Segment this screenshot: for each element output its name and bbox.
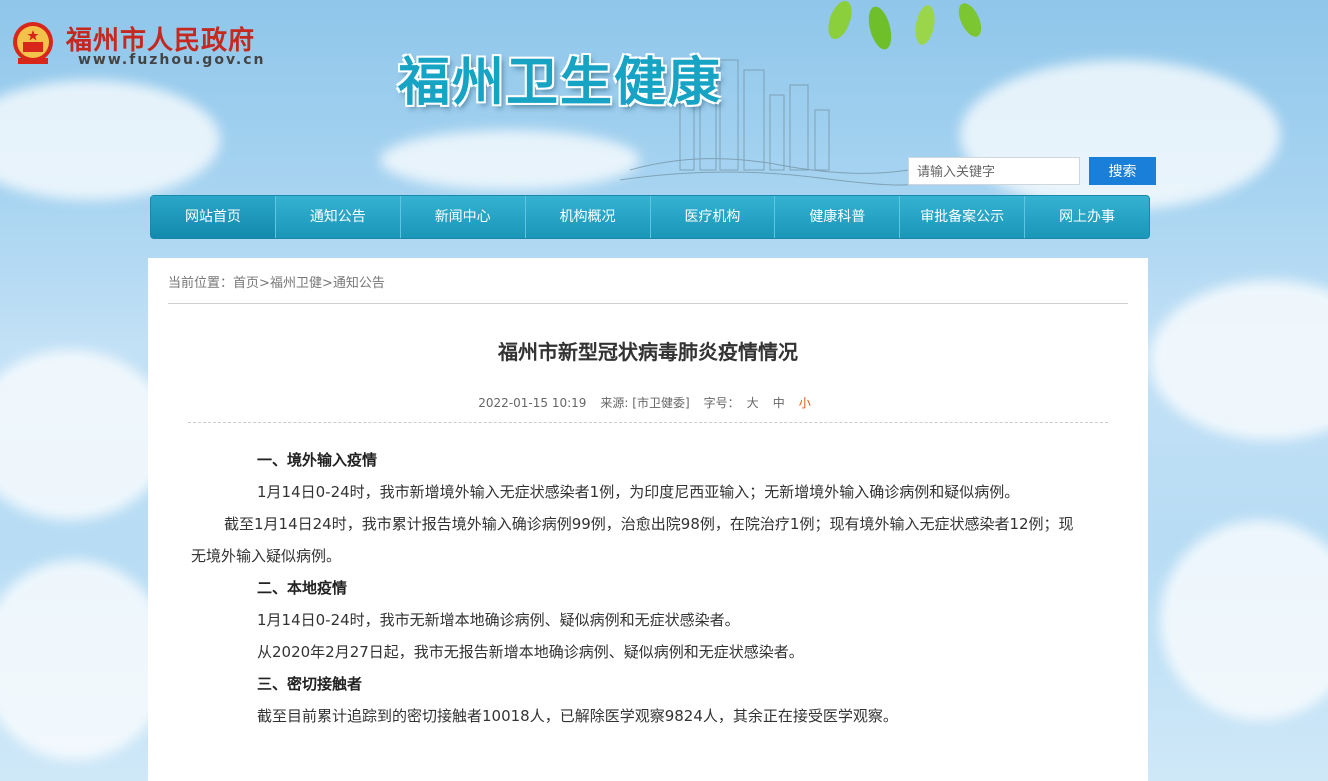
article-paragraph: 截至目前累计追踪到的密切接触者10018人，已解除医学观察9824人，其余正在接… <box>257 707 898 725</box>
cloud-decoration <box>380 130 640 190</box>
font-size-large-button[interactable]: 大 <box>747 396 759 410</box>
main-nav: 网站首页 通知公告 新闻中心 机构概况 医疗机构 健康科普 审批备案公示 网上办… <box>150 195 1150 239</box>
section-heading: 三、密切接触者 <box>257 675 363 693</box>
article-body: 一、境外输入疫情 1月14日0-24时，我市新增境外输入无症状感染者1例，为印度… <box>191 444 1084 732</box>
article-paragraph: 从2020年2月27日起，我市无报告新增本地确诊病例、疑似病例和无症状感染者。 <box>257 643 804 661</box>
content-panel: 当前位置：首页>福州卫健>通知公告 福州市新型冠状病毒肺炎疫情情况 2022-0… <box>148 258 1148 781</box>
article-date: 2022-01-15 10:19 <box>478 396 587 410</box>
cloud-decoration <box>0 560 170 760</box>
cloud-decoration <box>0 80 220 200</box>
cloud-decoration <box>960 60 1280 210</box>
nav-item-online-services[interactable]: 网上办事 <box>1025 196 1149 238</box>
cloud-decoration <box>1150 280 1328 440</box>
article-meta: 2022-01-15 10:19 来源: [市卫健委] 字号： 大中小 <box>148 394 1148 411</box>
nav-item-organization[interactable]: 机构概况 <box>526 196 651 238</box>
breadcrumb-home[interactable]: 首页 <box>233 276 259 291</box>
site-title: 福州卫生健康 <box>398 53 723 113</box>
nav-item-home[interactable]: 网站首页 <box>151 196 276 238</box>
breadcrumb-level2[interactable]: 通知公告 <box>333 276 385 291</box>
breadcrumb-prefix: 当前位置： <box>168 276 234 291</box>
breadcrumb-level1[interactable]: 福州卫健 <box>270 276 322 291</box>
font-size-medium-button[interactable]: 中 <box>773 396 785 410</box>
article-paragraph: 1月14日0-24时，我市新增境外输入无症状感染者1例，为印度尼西亚输入；无新增… <box>257 483 1020 501</box>
nav-item-medical-institutions[interactable]: 医疗机构 <box>651 196 776 238</box>
nav-item-health-science[interactable]: 健康科普 <box>775 196 901 238</box>
breadcrumb: 当前位置：首页>福州卫健>通知公告 <box>168 272 385 291</box>
article-source: 来源: [市卫健委] <box>600 396 690 410</box>
cloud-decoration <box>1160 520 1328 720</box>
section-heading: 一、境外输入疫情 <box>257 451 378 469</box>
article-paragraph: 1月14日0-24时，我市无新增本地确诊病例、疑似病例和无症状感染者。 <box>257 611 740 629</box>
nav-item-notices[interactable]: 通知公告 <box>276 196 401 238</box>
section-heading: 二、本地疫情 <box>257 579 348 597</box>
article-title: 福州市新型冠状病毒肺炎疫情情况 <box>498 340 798 364</box>
divider <box>168 303 1128 304</box>
national-emblem-icon <box>13 22 53 64</box>
font-size-label: 字号： <box>703 396 740 410</box>
cloud-decoration <box>0 350 170 520</box>
search-input[interactable] <box>908 157 1080 185</box>
font-size-small-button[interactable]: 小 <box>799 396 811 410</box>
gov-url[interactable]: www.fuzhou.gov.cn <box>78 52 266 68</box>
breadcrumb-separator: > <box>259 276 270 291</box>
nav-item-news[interactable]: 新闻中心 <box>401 196 526 238</box>
breadcrumb-separator: > <box>321 276 333 291</box>
nav-item-approval-public[interactable]: 审批备案公示 <box>900 196 1026 238</box>
dashed-divider <box>188 422 1108 423</box>
article-paragraph: 截至1月14日24时，我市累计报告境外输入确诊病例99例，治愈出院98例，在院治… <box>191 515 1074 565</box>
search-button[interactable]: 搜索 <box>1089 157 1156 185</box>
